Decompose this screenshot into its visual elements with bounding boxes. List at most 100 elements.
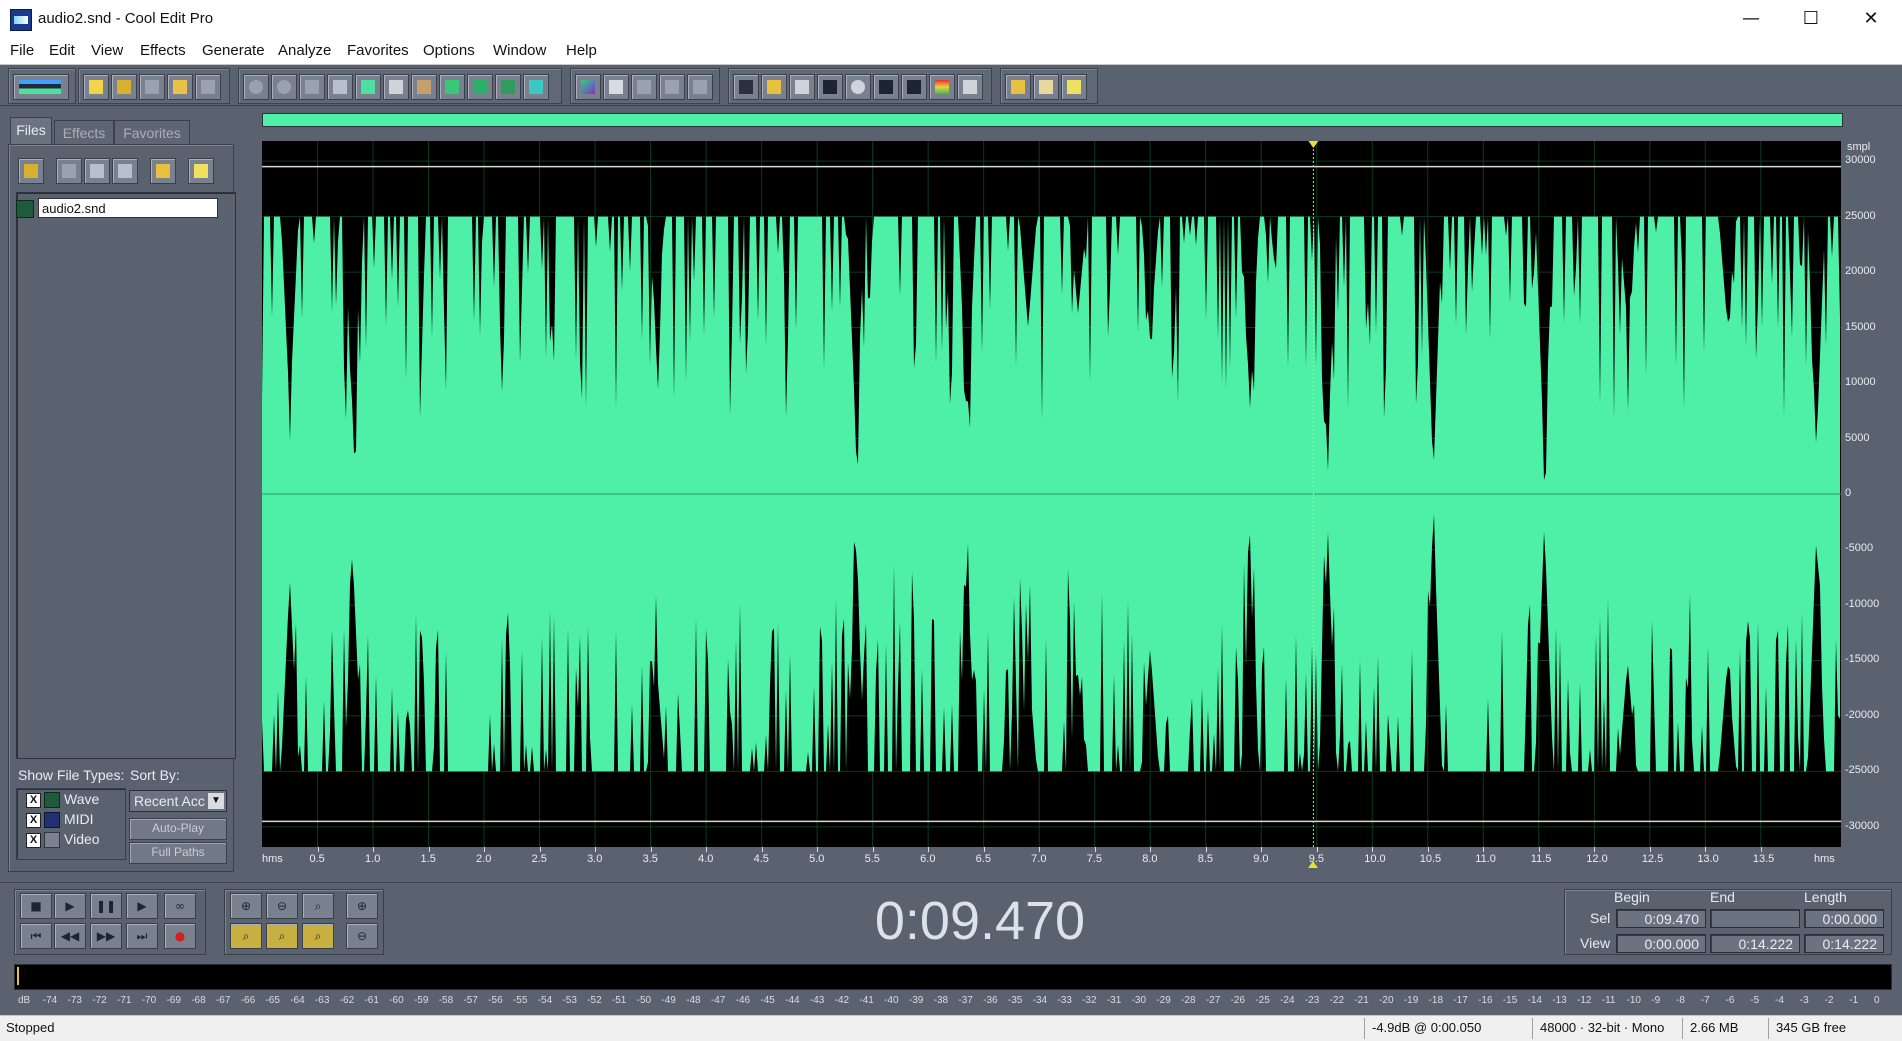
- settings-icon[interactable]: [1005, 74, 1031, 100]
- file-name[interactable]: audio2.snd: [38, 198, 218, 218]
- zoom-left-icon[interactable]: ⌕: [230, 923, 262, 949]
- meter-scale-label: -8: [1676, 995, 1685, 1006]
- undo-icon[interactable]: [243, 74, 269, 100]
- save-all-icon[interactable]: [167, 74, 193, 100]
- level-meters-icon[interactable]: [929, 74, 955, 100]
- time-window-icon[interactable]: [873, 74, 899, 100]
- time-tick-label: 2.5: [531, 853, 547, 865]
- sel-begin-field[interactable]: 0:09.470: [1616, 909, 1706, 928]
- paste-icon[interactable]: [411, 74, 437, 100]
- track-view-icon[interactable]: [659, 74, 685, 100]
- sort-by-select[interactable]: Recent Acc ▼: [129, 790, 227, 812]
- mix-paste-icon[interactable]: [467, 74, 493, 100]
- new-file-icon[interactable]: [83, 74, 109, 100]
- menu-edit[interactable]: Edit: [49, 42, 75, 59]
- play-button[interactable]: ▶: [54, 893, 86, 919]
- tab-effects[interactable]: Effects: [54, 120, 114, 145]
- redo-icon[interactable]: [271, 74, 297, 100]
- time-tick: [761, 847, 763, 852]
- repeat-icon[interactable]: [299, 74, 325, 100]
- trim-icon[interactable]: [495, 74, 521, 100]
- menu-effects[interactable]: Effects: [140, 42, 186, 59]
- open-folder-icon[interactable]: [111, 74, 137, 100]
- record-button[interactable]: ●: [164, 923, 196, 949]
- chevron-down-icon[interactable]: ▼: [208, 793, 224, 809]
- menu-favorites[interactable]: Favorites: [347, 42, 409, 59]
- rewind-button[interactable]: ◀◀: [54, 923, 86, 949]
- multitrack-toggle-button[interactable]: [13, 74, 69, 100]
- tab-favorites[interactable]: Favorites: [114, 120, 190, 145]
- zoom-out-icon[interactable]: ⊖: [266, 893, 298, 919]
- organizer-help-icon[interactable]: [188, 158, 214, 184]
- copy-icon[interactable]: [327, 74, 353, 100]
- close-selected-icon[interactable]: [56, 158, 82, 184]
- close-file-icon[interactable]: [195, 74, 221, 100]
- envelope-icon[interactable]: [575, 74, 601, 100]
- cue-list-icon[interactable]: [761, 74, 787, 100]
- view-begin-field[interactable]: 0:00.000: [1616, 934, 1706, 953]
- go-to-start-button[interactable]: ⏮: [20, 923, 52, 949]
- menu-file[interactable]: File: [10, 42, 34, 59]
- playlist-icon[interactable]: [789, 74, 815, 100]
- status-format: 48000 · 32-bit · Mono: [1540, 1020, 1665, 1035]
- menu-options[interactable]: Options: [423, 42, 475, 59]
- list-item[interactable]: audio2.snd: [16, 198, 224, 218]
- menu-analyze[interactable]: Analyze: [278, 42, 331, 59]
- menu-generate[interactable]: Generate: [202, 42, 265, 59]
- waveform-overview-bar[interactable]: [262, 113, 1843, 127]
- midi-checkbox[interactable]: X: [26, 813, 41, 828]
- help-icon[interactable]: [1061, 74, 1087, 100]
- go-to-end-button[interactable]: ⏭: [126, 923, 158, 949]
- menu-window[interactable]: Window: [493, 42, 546, 59]
- amplitude-tick-label: 10000: [1845, 376, 1876, 389]
- menu-view[interactable]: View: [91, 42, 123, 59]
- sel-end-field[interactable]: [1710, 909, 1800, 928]
- tab-files[interactable]: Files: [10, 117, 52, 145]
- stop-button[interactable]: ■: [20, 893, 52, 919]
- scripts-icon[interactable]: [1033, 74, 1059, 100]
- meter-scale-label: -68: [191, 995, 206, 1006]
- status-bar-icon[interactable]: [957, 74, 983, 100]
- open-file-icon[interactable]: [18, 158, 44, 184]
- edit-view-icon[interactable]: [631, 74, 657, 100]
- zoom-window-icon[interactable]: [845, 74, 871, 100]
- zoom-right-icon[interactable]: ⌕: [266, 923, 298, 949]
- zoom-full-icon[interactable]: ⌕: [302, 893, 334, 919]
- waveform-svg[interactable]: [262, 141, 1841, 847]
- zoom-out-vertical-icon[interactable]: ⊖: [346, 923, 378, 949]
- auto-play-button[interactable]: Auto-Play: [129, 818, 227, 840]
- mix-view-icon[interactable]: [687, 74, 713, 100]
- copy-new-icon[interactable]: [355, 74, 381, 100]
- close-button[interactable]: ✕: [1842, 0, 1900, 38]
- transport-window-icon[interactable]: [817, 74, 843, 100]
- meter-scale-label: -69: [166, 995, 181, 1006]
- save-icon[interactable]: [139, 74, 165, 100]
- sel-length-field[interactable]: 0:00.000: [1804, 909, 1884, 928]
- view-end-field[interactable]: 0:14.222: [1710, 934, 1800, 953]
- fast-forward-button[interactable]: ▶▶: [90, 923, 122, 949]
- zoom-in-vertical-icon[interactable]: ⊕: [346, 893, 378, 919]
- wave-checkbox[interactable]: X: [26, 793, 41, 808]
- waveform-display[interactable]: [262, 141, 1841, 847]
- cut-icon[interactable]: [383, 74, 409, 100]
- insert-multitrack-icon[interactable]: [112, 158, 138, 184]
- spectral-icon[interactable]: [603, 74, 629, 100]
- maximize-button[interactable]: ☐: [1782, 0, 1840, 38]
- view-length-field[interactable]: 0:14.222: [1804, 934, 1884, 953]
- minimize-button[interactable]: —: [1722, 0, 1780, 38]
- file-options-icon[interactable]: [150, 158, 176, 184]
- video-checkbox[interactable]: X: [26, 833, 41, 848]
- meter-scale-label: -16: [1478, 995, 1493, 1006]
- organizer-window-icon[interactable]: [733, 74, 759, 100]
- selection-window-icon[interactable]: [901, 74, 927, 100]
- menu-help[interactable]: Help: [566, 42, 597, 59]
- loop-button[interactable]: ∞: [164, 893, 196, 919]
- pause-button[interactable]: ❚❚: [90, 893, 122, 919]
- full-paths-button[interactable]: Full Paths: [129, 842, 227, 864]
- edit-file-icon[interactable]: [84, 158, 110, 184]
- zoom-in-icon[interactable]: ⊕: [230, 893, 262, 919]
- zoom-selection-icon[interactable]: ⌕: [302, 923, 334, 949]
- paste-new-icon[interactable]: [439, 74, 465, 100]
- play-to-end-button[interactable]: ▶: [126, 893, 158, 919]
- snap-icon[interactable]: [523, 74, 549, 100]
